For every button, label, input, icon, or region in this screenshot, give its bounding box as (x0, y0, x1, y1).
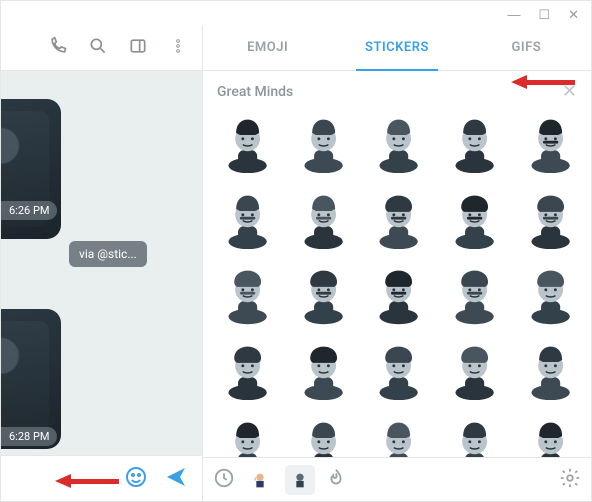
more-icon[interactable] (168, 36, 188, 60)
sticker-panel: EMOJI STICKERS GIFS Great Minds ✕ (203, 25, 591, 501)
pack-thumb-active[interactable] (285, 465, 315, 495)
via-badge[interactable]: via @stic... (69, 241, 147, 267)
sticker-pack-header: Great Minds ✕ (203, 71, 591, 108)
tab-stickers[interactable]: STICKERS (332, 25, 461, 70)
settings-icon[interactable] (559, 467, 581, 493)
sticker-item[interactable] (440, 410, 510, 457)
compose-bar (1, 455, 202, 501)
minimize-button[interactable]: — (507, 7, 520, 23)
sticker-item[interactable] (515, 335, 585, 405)
sticker-item[interactable] (213, 108, 283, 178)
sticker-bottom-bar (203, 457, 591, 501)
pack-title: Great Minds (217, 84, 293, 100)
sticker-item[interactable] (515, 410, 585, 457)
sticker-item[interactable] (440, 259, 510, 329)
message-time: 6:26 PM (1, 201, 57, 220)
maximize-button[interactable]: ☐ (538, 7, 550, 23)
sticker-item[interactable] (289, 335, 359, 405)
trending-icon[interactable] (325, 467, 347, 493)
sticker-item[interactable] (364, 184, 434, 254)
sticker-item[interactable] (364, 108, 434, 178)
sticker-grid-scroll[interactable] (203, 108, 591, 457)
tab-emoji[interactable]: EMOJI (203, 25, 332, 70)
sticker-item[interactable] (213, 184, 283, 254)
sticker-item[interactable] (289, 410, 359, 457)
sticker-item[interactable] (213, 335, 283, 405)
sticker-item[interactable] (515, 184, 585, 254)
tab-gifs[interactable]: GIFS (462, 25, 591, 70)
pack-thumb[interactable] (245, 465, 275, 495)
send-button[interactable] (164, 465, 188, 493)
sticker-item[interactable] (289, 108, 359, 178)
window-controls: — ☐ ✕ (1, 1, 591, 25)
sticker-item[interactable] (515, 259, 585, 329)
sticker-item[interactable] (440, 184, 510, 254)
emoji-button[interactable] (124, 465, 148, 493)
sticker-item[interactable] (213, 410, 283, 457)
message-time: 6:28 PM (1, 427, 57, 446)
sticker-item[interactable] (440, 108, 510, 178)
sticker-item[interactable] (364, 335, 434, 405)
sticker-item[interactable] (213, 259, 283, 329)
sidebar-toggle-icon[interactable] (128, 36, 148, 60)
chat-body: 6:26 PM via @stic... 6:28 PM (1, 71, 202, 455)
call-icon[interactable] (48, 36, 68, 60)
sticker-item[interactable] (289, 259, 359, 329)
recent-icon[interactable] (213, 467, 235, 493)
close-window-button[interactable]: ✕ (568, 7, 579, 23)
chat-header (1, 25, 202, 71)
sticker-item[interactable] (364, 259, 434, 329)
search-icon[interactable] (88, 36, 108, 60)
sticker-item[interactable] (364, 410, 434, 457)
sticker-grid (213, 108, 585, 457)
sticker-item[interactable] (515, 108, 585, 178)
media-tabs: EMOJI STICKERS GIFS (203, 25, 591, 71)
annotation-arrow (55, 474, 119, 488)
chat-column: 6:26 PM via @stic... 6:28 PM (1, 25, 203, 501)
sticker-item[interactable] (289, 184, 359, 254)
annotation-arrow (511, 75, 575, 89)
sticker-item[interactable] (440, 335, 510, 405)
